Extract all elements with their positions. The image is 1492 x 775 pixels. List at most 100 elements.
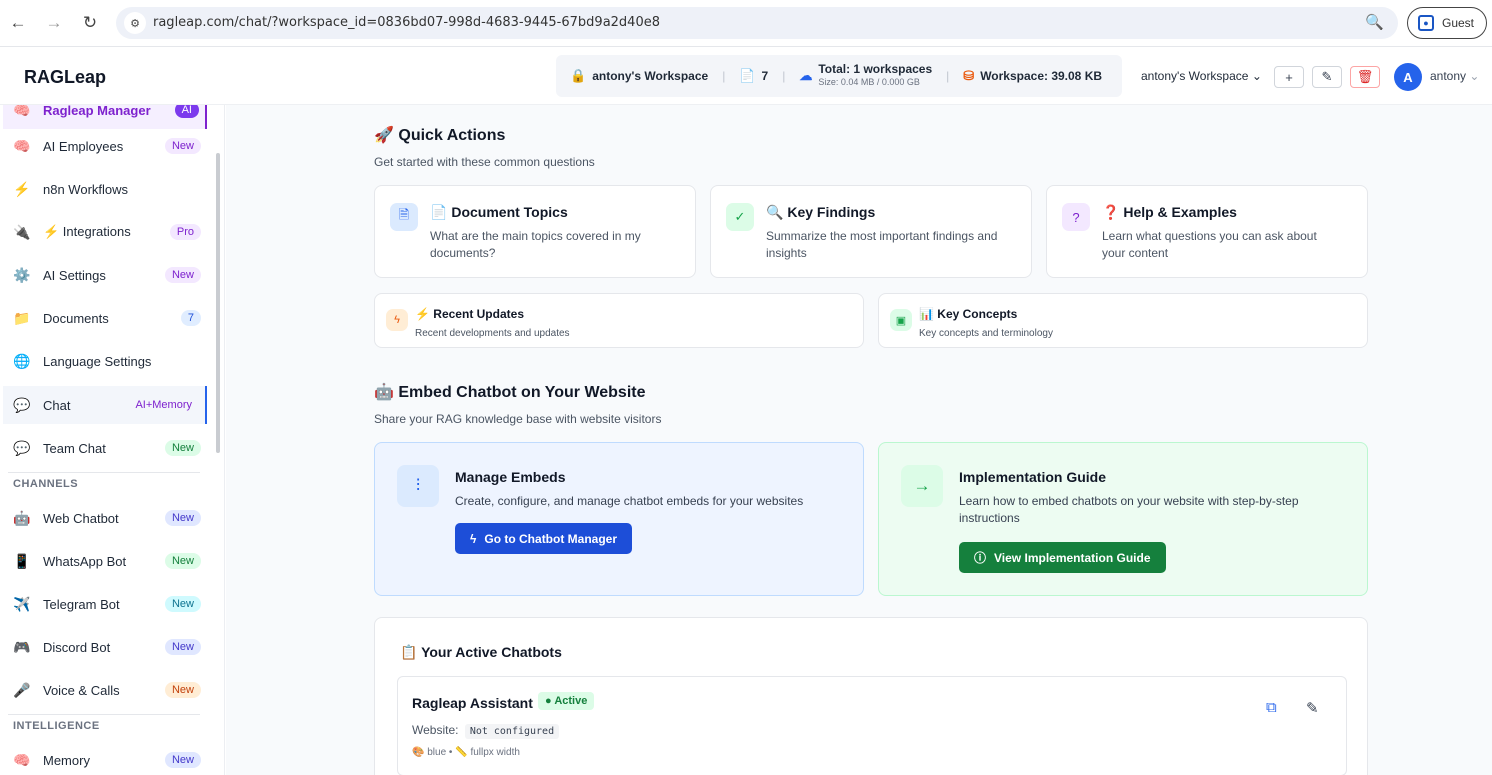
sidebar-item-label: Chat	[43, 397, 71, 413]
folder-icon: 📁	[13, 309, 31, 326]
sidebar-item-label: Language Settings	[43, 353, 152, 369]
clipboard-check-icon: ✓	[726, 203, 754, 231]
workspace-dropdown-label: antony's Workspace	[1141, 69, 1249, 83]
question-circle-icon: ?	[1062, 203, 1090, 231]
status-label: Active	[554, 695, 588, 707]
sidebar-item-whatsapp-bot[interactable]: 📱 WhatsApp Bot New	[3, 542, 207, 580]
total-workspaces: Total: 1 workspaces	[818, 62, 933, 76]
palette-icon: 🎨	[412, 747, 425, 758]
sidebar-item-label: Memory	[43, 752, 90, 768]
sidebar-item-documents[interactable]: 📁 Documents 7	[3, 299, 207, 337]
embed-title-text: Embed Chatbot on Your Website	[398, 384, 646, 401]
quick-action-key-findings[interactable]: ✓ 🔍 Key Findings Summarize the most impo…	[710, 185, 1032, 278]
doc-count: 7	[761, 69, 769, 83]
quick-action-desc: Key concepts and terminology	[919, 328, 1053, 339]
button-label: Go to Chatbot Manager	[484, 531, 618, 546]
edit-icon: ✎	[1321, 69, 1333, 84]
active-chatbots-panel: 📋 Your Active Chatbots Ragleap Assistant…	[374, 617, 1368, 775]
sidebar-item-label: Documents	[43, 310, 109, 326]
quick-action-help-examples[interactable]: ? ❓ Help & Examples Learn what questions…	[1046, 185, 1368, 278]
address-bar[interactable]: ⚙ ragleap.com/chat/?workspace_id=0836bd0…	[116, 7, 1398, 39]
lightning-icon: ϟ	[470, 531, 477, 546]
sidebar-item-ragleap-manager[interactable]: 🧠 Ragleap Manager AI	[3, 105, 207, 129]
workspace-dropdown[interactable]: antony's Workspace ⌄	[1141, 69, 1262, 83]
globe-icon: 🌐	[13, 352, 31, 369]
quick-actions-title: 🚀 Quick Actions	[374, 125, 505, 145]
add-workspace-button[interactable]: +	[1274, 66, 1304, 88]
zoom-icon[interactable]: 🔍	[1365, 13, 1384, 31]
sidebar-item-label: Telegram Bot	[43, 596, 120, 612]
sidebar-item-n8n-workflows[interactable]: ⚡ n8n Workflows	[3, 170, 207, 208]
sidebar-item-team-chat[interactable]: 💬 Team Chat New	[3, 429, 207, 467]
new-badge: New	[164, 267, 201, 283]
sidebar-item-web-chatbot[interactable]: 🤖 Web Chatbot New	[3, 499, 207, 537]
brand-logo[interactable]: RAGLeap	[24, 67, 106, 88]
quick-action-desc: Recent developments and updates	[415, 328, 570, 339]
pro-badge: Pro	[169, 224, 201, 240]
delete-workspace-button[interactable]: 🗑	[1350, 66, 1380, 88]
quick-action-document-topics[interactable]: 🗎 📄 Document Topics What are the main to…	[374, 185, 696, 278]
quick-action-recent-updates[interactable]: ϟ ⚡ Recent Updates Recent developments a…	[374, 293, 864, 348]
microphone-icon: 🎤	[13, 681, 31, 698]
sidebar-scrollbar[interactable]	[216, 153, 220, 453]
url-text[interactable]: ragleap.com/chat/?workspace_id=0836bd07-…	[153, 15, 660, 30]
chevron-down-icon: ⌄	[1251, 69, 1262, 83]
workspace-name: antony's Workspace	[592, 69, 709, 83]
sidebar-item-memory[interactable]: 🧠 Memory New	[3, 741, 207, 775]
username: antony	[1430, 69, 1467, 83]
site-settings-icon[interactable]: ⚙	[124, 12, 146, 34]
edit-icon[interactable]: ✎	[1306, 699, 1319, 717]
button-label: View Implementation Guide	[994, 550, 1151, 565]
sidebar-item-label: ⚡ Integrations	[43, 224, 131, 239]
implementation-guide-title: Implementation Guide	[959, 469, 1107, 485]
back-icon[interactable]: ←	[6, 11, 30, 35]
quick-action-title-text: Key Findings	[787, 204, 876, 220]
sidebar-item-discord-bot[interactable]: 🎮 Discord Bot New	[3, 628, 207, 666]
question-icon: ❓	[1102, 204, 1120, 220]
forward-icon[interactable]: →	[42, 11, 66, 35]
document-icon: 📄	[739, 68, 756, 83]
sidebar-badge: AI	[174, 105, 199, 118]
sidebar-item-label: Discord Bot	[43, 639, 111, 655]
quick-actions-title-text: Quick Actions	[398, 127, 506, 144]
lightning-icon: ϟ	[386, 309, 408, 331]
sidebar-item-label: Voice & Calls	[43, 682, 120, 698]
edit-workspace-button[interactable]: ✎	[1312, 66, 1342, 88]
quick-action-title-text: Key Concepts	[937, 307, 1018, 321]
app-header: RAGLeap 🔒 antony's Workspace | 📄 7 | ☁ T…	[0, 48, 1492, 105]
storage-size: Size: 0.04 MB / 0.000 GB	[818, 77, 920, 87]
rocket-icon: 🚀	[374, 127, 394, 144]
quick-action-desc: What are the main topics covered in my d…	[430, 229, 641, 260]
quick-action-title: ⚡ Recent Updates	[415, 307, 524, 321]
sidebar-item-language-settings[interactable]: 🌐 Language Settings	[3, 342, 207, 380]
copy-icon[interactable]: ⧉	[1266, 699, 1277, 716]
sidebar-item-telegram-bot[interactable]: ✈️ Telegram Bot New	[3, 585, 207, 623]
gear-icon: ⚙️	[13, 266, 31, 283]
sidebar-item-label: Team Chat	[43, 440, 106, 456]
trash-icon: 🗑	[1356, 69, 1374, 84]
sidebar-item-ai-employees[interactable]: 🧠 AI Employees New	[3, 127, 207, 165]
chatbot-name: Ragleap Assistant	[412, 695, 533, 711]
quick-action-key-concepts[interactable]: ▣ 📊 Key Concepts Key concepts and termin…	[878, 293, 1368, 348]
status-dot-icon: ●	[545, 695, 552, 707]
sidebar-item-chat[interactable]: 💬 Chat AI+Memory	[3, 386, 207, 424]
avatar[interactable]: A	[1394, 63, 1422, 91]
view-implementation-guide-button[interactable]: ⓘ View Implementation Guide	[959, 542, 1166, 573]
sidebar-item-voice-calls[interactable]: 🎤 Voice & Calls New	[3, 671, 207, 709]
guest-profile-button[interactable]: ● Guest	[1407, 7, 1487, 39]
reload-icon[interactable]: ↻	[78, 11, 102, 35]
sidebar-item-ai-settings[interactable]: ⚙️ AI Settings New	[3, 256, 207, 294]
chat-bubble-icon: 💬	[13, 439, 31, 456]
user-menu[interactable]: antony ⌄	[1430, 69, 1479, 83]
count-badge: 7	[180, 310, 201, 326]
quick-action-title: ❓ Help & Examples	[1102, 204, 1237, 221]
gamepad-icon: 🎮	[13, 638, 31, 655]
plug-icon: 🔌	[13, 223, 31, 240]
sliders-icon: ⫶	[397, 465, 439, 507]
presentation-icon: ▣	[890, 309, 912, 331]
go-to-chatbot-manager-button[interactable]: ϟ Go to Chatbot Manager	[455, 523, 633, 554]
sidebar-item-integrations[interactable]: 🔌 ⚡ Integrations Pro	[3, 213, 207, 251]
embed-subtitle: Share your RAG knowledge base with websi…	[374, 412, 662, 426]
sidebar-item-label: Web Chatbot	[43, 510, 119, 526]
chatbot-width: fullpx width	[470, 747, 520, 758]
